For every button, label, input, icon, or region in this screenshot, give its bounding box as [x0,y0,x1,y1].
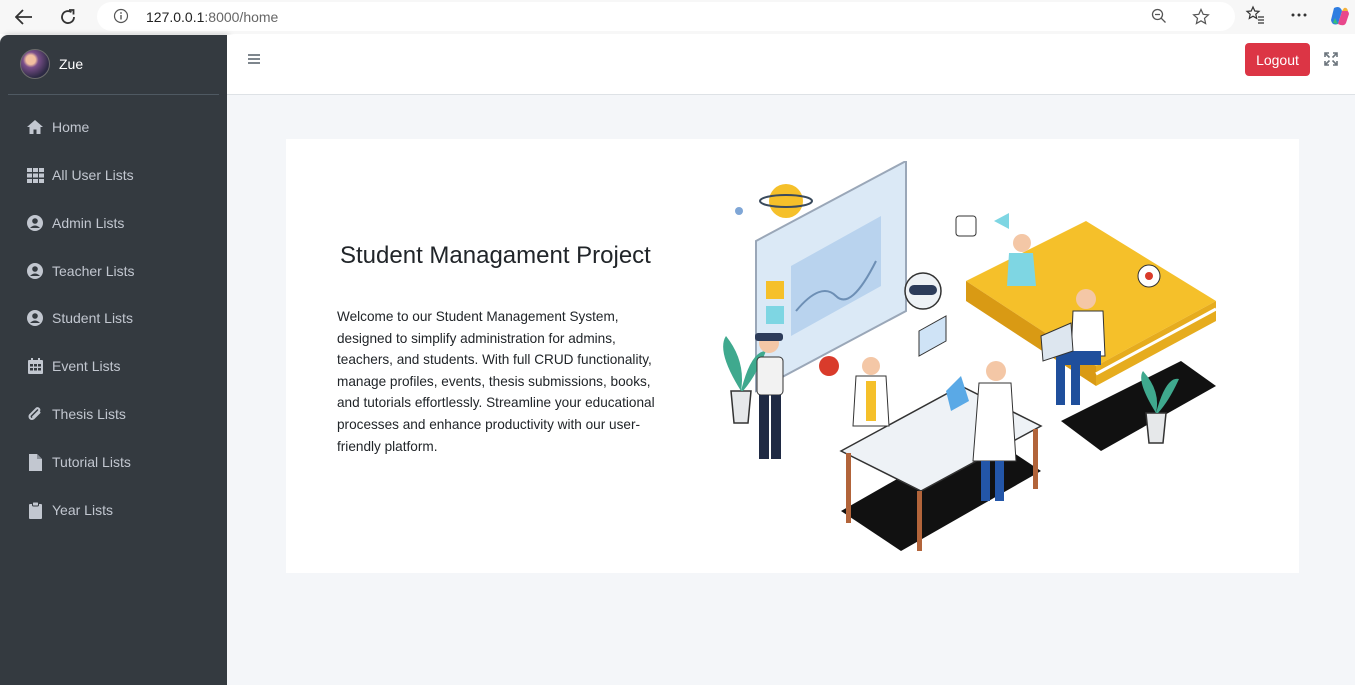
sidebar-item-label: Teacher Lists [52,263,135,279]
reload-button[interactable] [56,5,80,29]
avatar[interactable] [20,49,50,79]
sidebar-item-all-users[interactable]: All User Lists [8,155,219,195]
user-name[interactable]: Zue [59,56,83,72]
sidebar-item-label: Home [52,119,90,135]
sidebar-item-admin[interactable]: Admin Lists [8,203,219,243]
welcome-card: Student Managament Project Welcome to ou… [286,139,1299,573]
clipboard-icon [26,501,44,519]
favorite-star-icon[interactable] [1192,8,1210,31]
main-content: Student Managament Project Welcome to ou… [227,95,1355,685]
fullscreen-expand-icon[interactable] [1324,52,1338,66]
sidebar-item-label: All User Lists [52,167,134,183]
sidebar-item-thesis[interactable]: Thesis Lists [8,394,219,434]
grid-icon [26,166,44,184]
sidebar-item-tutorial[interactable]: Tutorial Lists [8,442,219,482]
back-button[interactable] [12,5,36,29]
sidebar-item-student[interactable]: Student Lists [8,298,219,338]
sidebar-item-label: Admin Lists [52,215,125,231]
address-bar[interactable]: 127.0.0.1:8000/home [97,2,1235,31]
sidebar-item-year[interactable]: Year Lists [8,490,219,530]
url-path: :8000/home [204,9,279,25]
calendar-icon [26,357,44,375]
sidebar-item-teacher[interactable]: Teacher Lists [8,251,219,291]
sidebar-item-label: Thesis Lists [52,406,126,422]
sidebar-item-home[interactable]: Home [8,107,219,147]
sidebar-item-label: Event Lists [52,358,121,374]
favorites-icon[interactable] [1245,5,1265,30]
page-title: Student Managament Project [340,242,651,269]
more-options-icon[interactable] [1289,7,1309,28]
back-arrow-icon [15,9,32,25]
copilot-icon[interactable] [1329,5,1351,32]
sidebar-item-label: Year Lists [52,502,113,518]
sidebar-item-label: Tutorial Lists [52,454,131,470]
browser-toolbar: 127.0.0.1:8000/home [0,0,1355,34]
sidebar: Zue Home All User Lists Admin Lists Teac… [0,35,227,685]
sidebar-item-event[interactable]: Event Lists [8,346,219,386]
user-circle-icon [26,309,44,327]
url-host: 127.0.0.1 [146,9,205,25]
file-icon [26,453,44,471]
user-panel[interactable]: Zue [8,35,219,95]
user-circle-icon [26,262,44,280]
hamburger-menu-icon[interactable] [247,52,261,66]
url-text: 127.0.0.1:8000/home [146,9,278,25]
zoom-icon[interactable] [1151,8,1167,29]
home-icon [26,118,44,136]
reload-icon [61,9,75,24]
sidebar-item-label: Student Lists [52,310,133,326]
user-circle-icon [26,214,44,232]
welcome-description: Welcome to our Student Management System… [337,309,655,454]
site-info-icon[interactable] [113,8,129,29]
logout-button[interactable]: Logout [1245,43,1310,76]
top-navbar: Logout [227,35,1355,95]
paperclip-icon [26,405,44,423]
students-lab-illustration [723,161,1217,551]
